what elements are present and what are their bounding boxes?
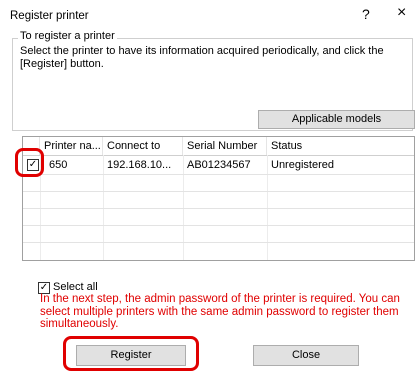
select-all-label[interactable]: Select all <box>53 281 98 293</box>
column-header-printer-name[interactable]: Printer na... <box>40 137 103 155</box>
cell-serial-number: AB01234567 <box>187 159 251 171</box>
cell-status: Unregistered <box>271 159 334 171</box>
dialog-title: Register printer <box>10 10 89 22</box>
group-description: Select the printer to have its informati… <box>20 45 384 70</box>
column-header-connect-to[interactable]: Connect to <box>103 137 183 155</box>
grid-line <box>23 225 414 226</box>
close-icon[interactable]: × <box>397 5 406 21</box>
applicable-models-button[interactable]: Applicable models <box>258 110 415 129</box>
group-legend: To register a printer <box>18 30 117 42</box>
column-header-status[interactable]: Status <box>267 137 414 155</box>
grid-line <box>23 242 414 243</box>
header-divider <box>23 155 414 156</box>
close-button[interactable]: Close <box>253 345 359 366</box>
register-button[interactable]: Register <box>76 345 186 366</box>
grid-line <box>23 174 414 175</box>
admin-password-notice: In the next step, the admin password of … <box>40 293 400 330</box>
printer-table: Printer na... Connect to Serial Number S… <box>22 136 415 261</box>
cell-printer-name: 650 <box>49 159 68 171</box>
column-header-serial-number[interactable]: Serial Number <box>183 137 267 155</box>
grid-line <box>23 208 414 209</box>
checkbox-highlight <box>15 148 44 177</box>
help-icon[interactable]: ? <box>362 6 370 22</box>
cell-connect-to: 192.168.10... <box>107 159 172 171</box>
title-bar: Register printer ? × <box>0 0 419 32</box>
register-printer-dialog: Register printer ? × To register a print… <box>0 0 419 371</box>
grid-line <box>23 191 414 192</box>
